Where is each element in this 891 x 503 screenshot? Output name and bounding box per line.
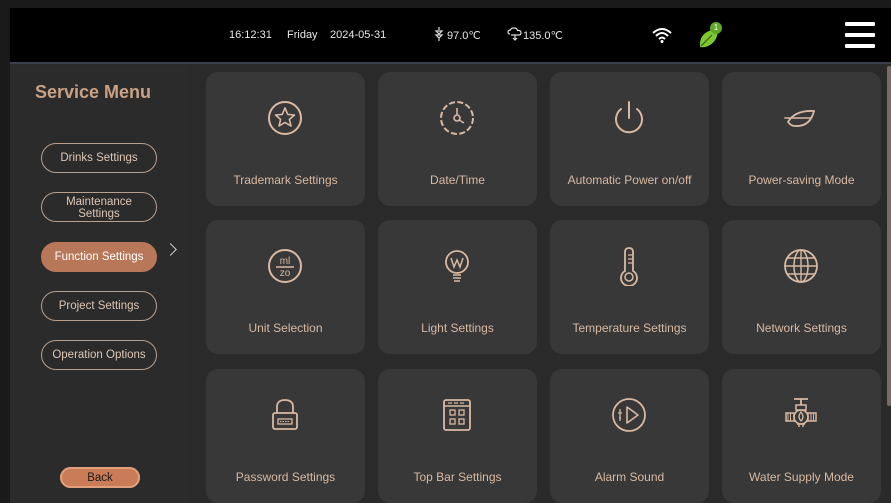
sidebar: Service Menu Drinks Settings Maintenance… xyxy=(10,66,188,503)
svg-text:ml: ml xyxy=(280,256,291,267)
hamburger-menu-icon[interactable] xyxy=(845,22,875,48)
scrollbar-thumb[interactable] xyxy=(887,66,891,406)
tile-label: Automatic Power on/off xyxy=(567,173,692,187)
wifi-icon[interactable] xyxy=(652,27,672,43)
tile-label: Trademark Settings xyxy=(233,173,338,187)
tile-label: Temperature Settings xyxy=(572,321,687,335)
tile-network-settings[interactable]: Network Settings xyxy=(722,220,881,354)
tile-label: Light Settings xyxy=(421,321,494,335)
clock-icon xyxy=(440,101,474,135)
sidebar-item-label: Operation Options xyxy=(52,349,146,361)
tile-alarm-sound[interactable]: Alarm Sound xyxy=(550,369,709,503)
status-time: 16:12:31 xyxy=(229,29,272,41)
tile-temperature-settings[interactable]: Temperature Settings xyxy=(550,220,709,354)
tile-date-time[interactable]: Date/Time xyxy=(378,72,537,206)
sidebar-item-maintenance-settings[interactable]: Maintenance Settings xyxy=(41,192,157,222)
page-title: Service Menu xyxy=(35,82,152,102)
svg-text:zo: zo xyxy=(280,268,291,279)
boiler-temp-icon xyxy=(434,27,444,41)
alarm-sound-icon xyxy=(612,398,646,432)
tile-label: Power-saving Mode xyxy=(748,173,855,187)
sidebar-item-function-settings[interactable]: Function Settings xyxy=(41,242,157,272)
tile-password-settings[interactable]: Password Settings xyxy=(206,369,365,503)
tile-label: Top Bar Settings xyxy=(413,470,502,484)
tile-water-supply-mode[interactable]: Water Supply Mode xyxy=(722,369,881,503)
tile-automatic-power[interactable]: Automatic Power on/off xyxy=(550,72,709,206)
app-frame: 16:12:31 Friday 2024-05-31 97.0℃ 135.0℃ … xyxy=(10,8,891,503)
status-temp-1: 97.0℃ xyxy=(447,30,481,42)
tile-power-saving-mode[interactable]: Power-saving Mode xyxy=(722,72,881,206)
status-temp-2: 135.0℃ xyxy=(523,30,563,42)
back-button[interactable]: Back xyxy=(60,467,140,488)
back-button-label: Back xyxy=(87,471,113,484)
sidebar-item-operation-options[interactable]: Operation Options xyxy=(41,340,157,370)
sidebar-item-label: Maintenance Settings xyxy=(66,196,132,220)
sidebar-item-label: Project Settings xyxy=(58,300,140,312)
leaf-icon xyxy=(784,110,816,127)
sidebar-item-label: Drinks Settings xyxy=(60,152,138,164)
lock-icon xyxy=(272,399,298,430)
tile-label: Alarm Sound xyxy=(594,470,665,484)
eco-status[interactable]: 1 xyxy=(697,22,723,50)
sidebar-item-label: Function Settings xyxy=(54,251,144,263)
sidebar-item-project-settings[interactable]: Project Settings xyxy=(41,291,157,321)
top-status-bar: 16:12:31 Friday 2024-05-31 97.0℃ 135.0℃ … xyxy=(10,8,891,64)
tile-label: Network Settings xyxy=(756,321,847,335)
valve-icon xyxy=(785,398,817,427)
tile-label: Date/Time xyxy=(430,173,485,187)
power-icon xyxy=(615,101,643,134)
tile-top-bar-settings[interactable]: Top Bar Settings xyxy=(378,369,537,503)
status-day: Friday xyxy=(287,29,318,41)
tile-light-settings[interactable]: Light Settings xyxy=(378,220,537,354)
top-bar-divider xyxy=(10,62,891,64)
star-icon xyxy=(268,101,302,135)
chevron-right-icon xyxy=(164,243,177,256)
notification-badge: 1 xyxy=(710,22,722,34)
grid-panel-icon xyxy=(443,399,471,431)
tile-label: Password Settings xyxy=(235,470,336,484)
tile-label: Unit Selection xyxy=(248,321,323,335)
thermometer-icon xyxy=(620,247,638,286)
tile-label: Water Supply Mode xyxy=(749,470,854,484)
tile-unit-selection[interactable]: ml zo Unit Selection xyxy=(206,220,365,354)
status-date: 2024-05-31 xyxy=(330,29,387,41)
steam-temp-icon xyxy=(507,27,522,41)
globe-icon xyxy=(784,249,818,283)
sidebar-item-drinks-settings[interactable]: Drinks Settings xyxy=(41,143,157,173)
light-bulb-icon xyxy=(445,250,469,282)
unit-ml-oz-icon: ml zo xyxy=(268,249,302,283)
tile-trademark-settings[interactable]: Trademark Settings xyxy=(206,72,365,206)
